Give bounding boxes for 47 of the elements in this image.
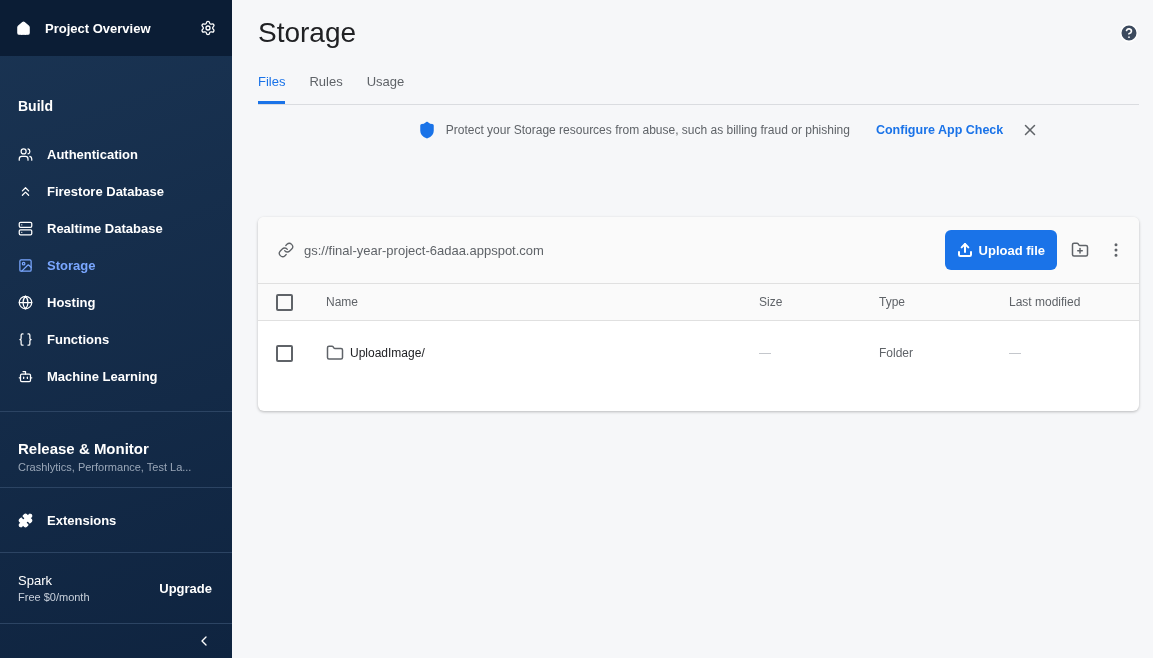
section-title: Build: [17, 97, 54, 116]
tab[interactable]: Files: [258, 66, 286, 104]
tab[interactable]: Usage: [366, 66, 405, 104]
puzzle-icon: [18, 512, 33, 528]
banner-text: Protect your Storage resources from abuse, such as billing fraud or phishing: [445, 123, 850, 137]
sidebar-item[interactable]: Firestore Database: [0, 173, 232, 210]
sidebar-item[interactable]: Functions: [0, 321, 232, 358]
checkbox[interactable]: [276, 344, 293, 362]
table-cell: —: [759, 346, 771, 360]
help-icon[interactable]: [1119, 23, 1139, 43]
home-icon: [16, 20, 31, 36]
column-header: Size: [759, 295, 783, 309]
nav-icon: [18, 295, 33, 310]
column-header: Name: [326, 295, 358, 309]
checkbox[interactable]: [276, 293, 293, 311]
section-title[interactable]: Release & Monitor: [18, 440, 149, 457]
table-cell: Folder: [879, 346, 913, 360]
nav-icon: [18, 221, 33, 236]
nav-icon: [18, 258, 33, 273]
folder-icon: [326, 344, 344, 362]
settings-icon[interactable]: [200, 20, 216, 36]
plan-name: Spark: [18, 573, 52, 588]
table-cell: —: [1009, 346, 1021, 360]
shield-icon: [417, 121, 436, 139]
upgrade-button[interactable]: Upgrade: [155, 576, 216, 600]
sidebar-item[interactable]: Extensions: [0, 488, 232, 552]
tab[interactable]: Rules: [309, 66, 343, 104]
nav-icon: [18, 332, 33, 347]
column-header: Last modified: [1009, 295, 1081, 309]
sidebar-item[interactable]: Authentication: [0, 136, 232, 173]
upload-icon: [956, 242, 973, 258]
section-subtitle: Crashlytics, Performance, Test La...: [18, 461, 192, 473]
column-header: Type: [879, 295, 905, 309]
nav-icon: [18, 369, 33, 384]
bucket-url: gs://final-year-project-6adaa.appspot.com: [304, 242, 545, 258]
sidebar-item[interactable]: Realtime Database: [0, 210, 232, 247]
page-title: Storage: [258, 17, 357, 49]
sidebar-item[interactable]: Hosting: [0, 284, 232, 321]
upload-file-button[interactable]: Upload file: [944, 230, 1057, 270]
project-overview-link[interactable]: Project Overview: [45, 20, 186, 36]
link-icon: [278, 242, 294, 258]
folder-name[interactable]: UploadImage/: [350, 346, 425, 360]
sidebar-item[interactable]: Machine Learning: [0, 358, 232, 395]
nav-icon: [18, 147, 33, 162]
sidebar-item[interactable]: Storage: [0, 247, 232, 284]
configure-app-check-link[interactable]: Configure App Check: [875, 123, 1004, 137]
plan-price: Free $0/month: [18, 591, 90, 603]
